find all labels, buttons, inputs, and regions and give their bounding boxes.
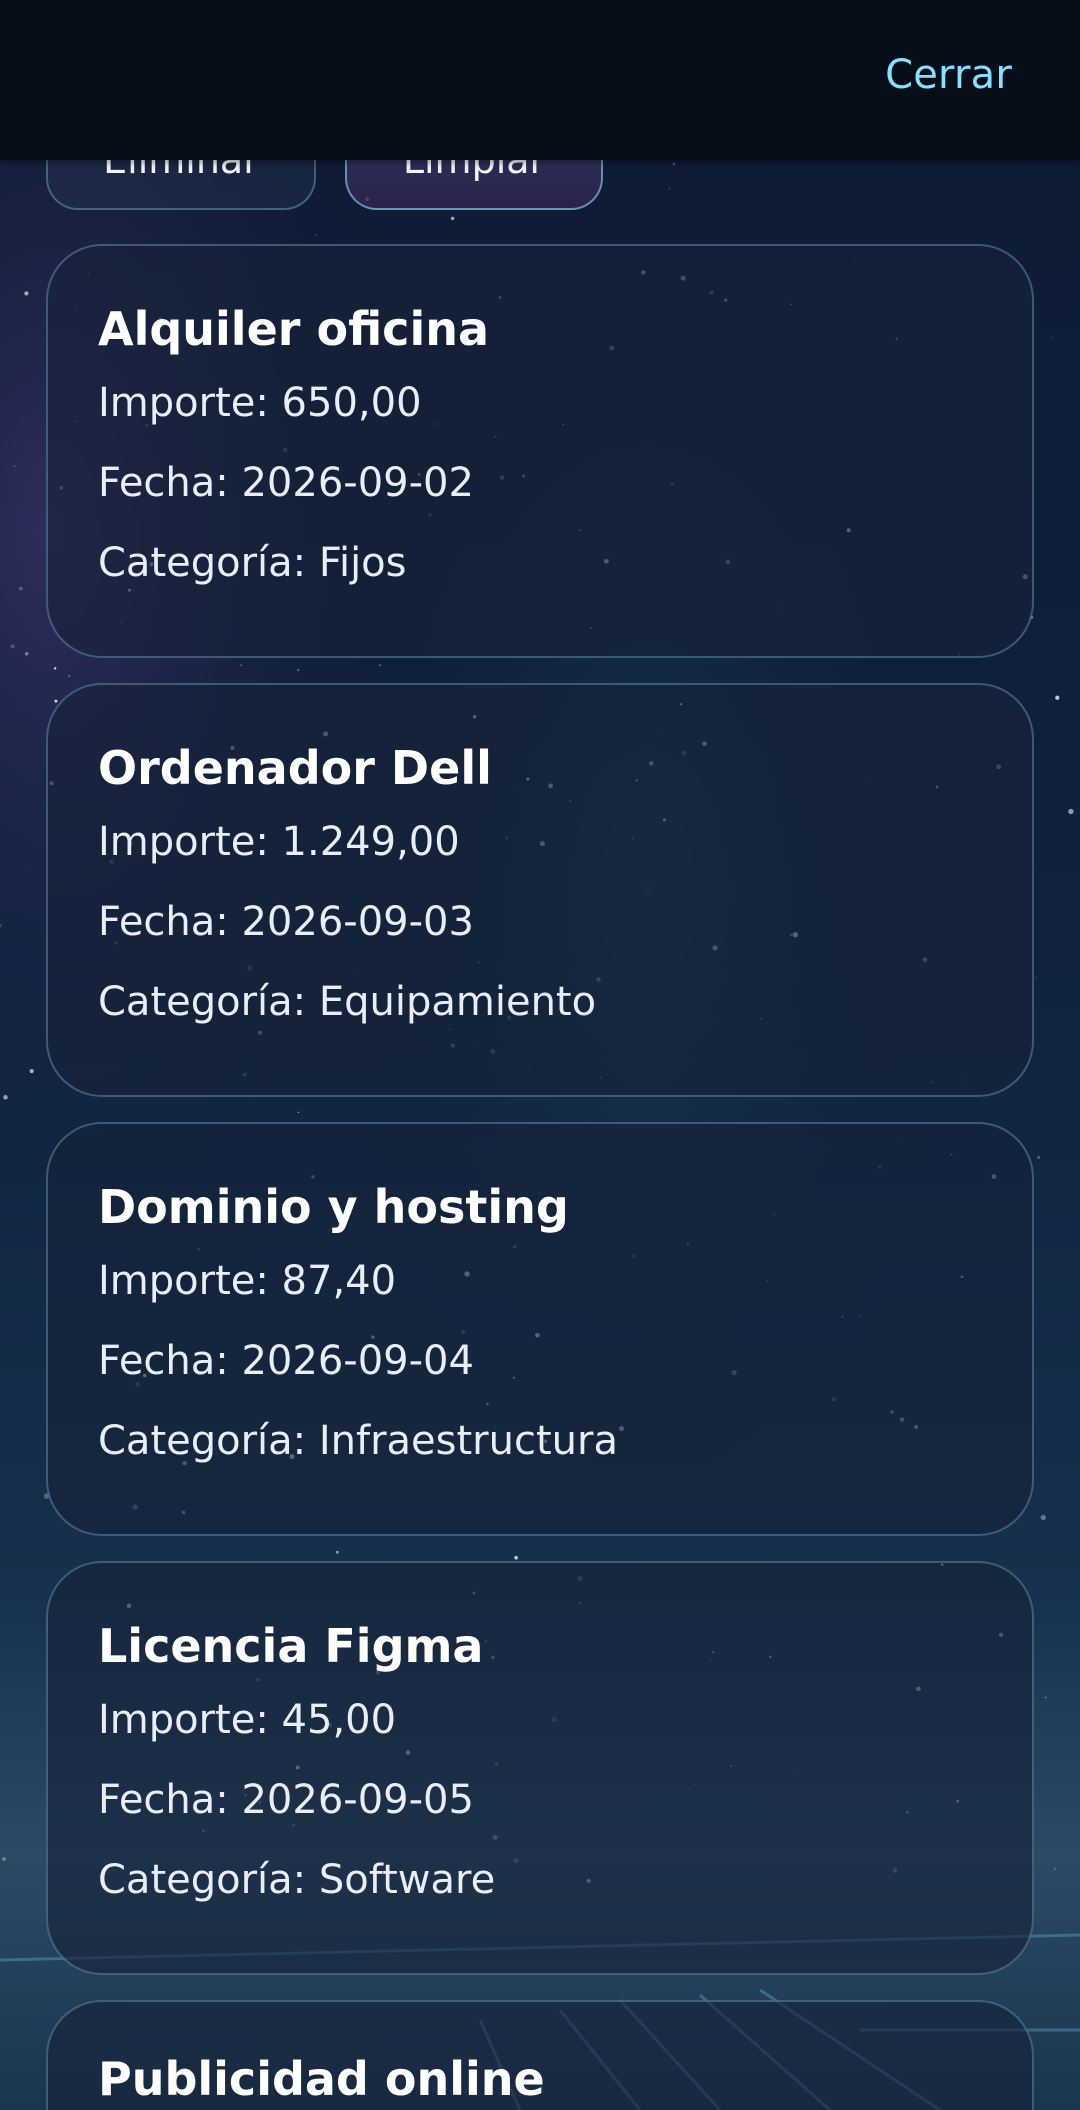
star — [450, 216, 455, 221]
star — [2, 1857, 6, 1861]
star — [297, 1111, 300, 1114]
close-button[interactable]: Cerrar — [885, 52, 1012, 98]
expense-category: Categoría: Infraestructura — [98, 1418, 618, 1465]
expense-date: Fecha: 2026-09-05 — [98, 1777, 474, 1824]
expense-amount: Importe: 45,00 — [98, 1697, 397, 1744]
expense-date: Fecha: 2026-09-02 — [98, 460, 474, 507]
star — [315, 234, 318, 236]
expense-title: Licencia Figma — [98, 1619, 484, 1673]
star — [54, 699, 58, 703]
star — [68, 674, 71, 677]
star — [1040, 1514, 1046, 1521]
star — [1035, 976, 1037, 978]
app-header: Cerrar — [0, 0, 1080, 160]
star — [1054, 1867, 1057, 1871]
star — [53, 667, 57, 670]
star — [514, 1555, 518, 1560]
star — [1044, 1696, 1047, 1699]
expense-card[interactable]: Dominio y hosting Importe: 87,40 Fecha: … — [46, 1122, 1034, 1536]
star — [1037, 1156, 1040, 1159]
star — [240, 664, 242, 667]
expense-card[interactable]: Publicidad online — [46, 2000, 1034, 2110]
expense-title: Ordenador Dell — [98, 741, 492, 795]
expense-title: Publicidad online — [98, 2052, 545, 2106]
expense-amount: Importe: 650,00 — [98, 380, 422, 427]
star — [24, 652, 29, 656]
expense-date: Fecha: 2026-09-03 — [98, 899, 474, 946]
star — [335, 1550, 339, 1554]
expense-amount: Importe: 87,40 — [98, 1258, 397, 1305]
expense-category: Categoría: Fijos — [98, 540, 407, 587]
star — [297, 668, 300, 672]
expense-date: Fecha: 2026-09-04 — [98, 1338, 474, 1385]
star — [3, 1095, 8, 1100]
star — [1051, 337, 1054, 339]
expense-title: Alquiler oficina — [98, 302, 489, 356]
star — [13, 465, 16, 467]
expense-amount: Importe: 1.249,00 — [98, 819, 460, 866]
expense-card[interactable]: Alquiler oficina Importe: 650,00 Fecha: … — [46, 244, 1034, 658]
star — [18, 586, 23, 591]
star — [24, 291, 29, 296]
star — [1068, 808, 1074, 815]
star — [379, 664, 381, 666]
expense-category: Categoría: Equipamiento — [98, 979, 597, 1026]
expense-title: Dominio y hosting — [98, 1180, 569, 1234]
expense-category: Categoría: Software — [98, 1857, 496, 1904]
expense-card[interactable]: Licencia Figma Importe: 45,00 Fecha: 202… — [46, 1561, 1034, 1975]
star — [10, 644, 15, 649]
star — [29, 1069, 34, 1074]
star — [1055, 695, 1060, 700]
expense-card[interactable]: Ordenador Dell Importe: 1.249,00 Fecha: … — [46, 683, 1034, 1097]
